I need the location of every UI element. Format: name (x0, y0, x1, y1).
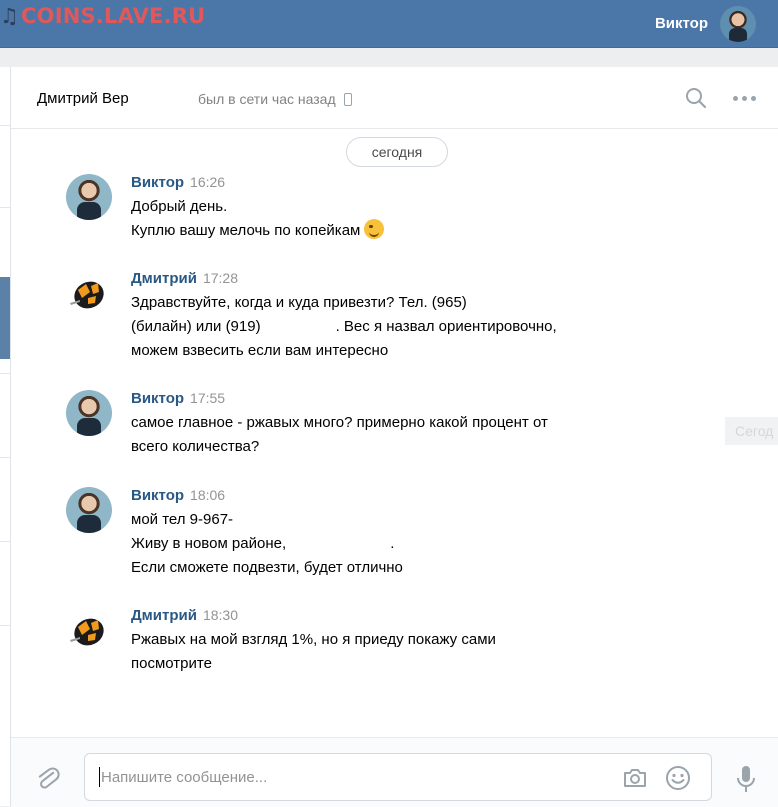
message-time[interactable]: 17:28 (203, 270, 238, 286)
chat-panel: Дмитрий Вер был в сети час назад сегодня… (11, 67, 778, 806)
search-icon[interactable] (685, 87, 707, 109)
message-line: можем взвесить если вам интересно (131, 342, 389, 359)
top-user-name[interactable]: Виктор (655, 15, 708, 32)
list-divider (0, 125, 10, 126)
top-user-avatar[interactable] (720, 5, 756, 42)
message-line: Добрый день. (131, 198, 228, 215)
message-author[interactable]: Виктор (131, 174, 184, 191)
avatar[interactable] (66, 390, 112, 436)
paperclip-icon[interactable] (36, 765, 60, 793)
text-caret (99, 767, 100, 787)
message-line: Ржавых на мой взгляд 1%, но я приеду пок… (131, 631, 496, 648)
peer-status-text: был в сети час назад (198, 91, 336, 107)
avatar[interactable] (66, 607, 112, 653)
message-line: всего количества? (131, 438, 260, 455)
watermark-text: COINS.LAVE.RU (21, 4, 206, 28)
message-line: Живу в новом районе, . (131, 535, 395, 552)
top-user-menu[interactable]: Виктор (655, 0, 778, 47)
music-note-icon: ♫ (0, 4, 20, 28)
message-header: Дмитрий 17:28 (131, 270, 238, 288)
peer-name[interactable]: Дмитрий Вер (37, 90, 129, 107)
message-text: мой тел 9-967- Живу в новом районе, . Ес… (131, 508, 403, 580)
avatar[interactable] (66, 174, 112, 220)
message-author[interactable]: Дмитрий (131, 270, 197, 287)
list-divider (0, 373, 10, 374)
message-time[interactable]: 17:55 (190, 390, 225, 406)
message-text: Добрый день. Куплю вашу мелочь по копейк… (131, 195, 385, 243)
message-text: самое главное - ржавых много? примерно к… (131, 411, 548, 459)
message-input[interactable]: Напишите сообщение... (84, 753, 712, 801)
message-header: Дмитрий 18:30 (131, 607, 238, 625)
list-divider (0, 625, 10, 626)
message-time[interactable]: 18:06 (190, 487, 225, 503)
message-line: Здравствуйте, когда и куда привезти? Тел… (131, 294, 467, 311)
chat-header: Дмитрий Вер был в сети час назад (11, 67, 778, 129)
message-author[interactable]: Дмитрий (131, 607, 197, 624)
message-time[interactable]: 16:26 (190, 174, 225, 190)
message-line: посмотрите (131, 655, 212, 672)
message-text: Здравствуйте, когда и куда привезти? Тел… (131, 291, 557, 363)
more-options-icon[interactable] (733, 96, 756, 101)
list-divider (0, 207, 10, 208)
selected-dialog-indicator[interactable] (0, 277, 10, 359)
message-line: самое главное - ржавых много? примерно к… (131, 414, 548, 431)
list-divider (0, 457, 10, 458)
avatar[interactable] (66, 270, 112, 316)
message-line: Куплю вашу мелочь по копейкам (131, 222, 361, 239)
peer-status: был в сети час назад (198, 91, 352, 107)
mobile-phone-icon (343, 92, 352, 106)
message-header: Виктор 16:26 (131, 174, 225, 192)
message-header: Виктор 17:55 (131, 390, 225, 408)
message-time[interactable]: 18:30 (203, 607, 238, 623)
top-bar: ♫COINS.LAVE.RU Виктор (0, 0, 778, 48)
watermark: ♫COINS.LAVE.RU (0, 4, 205, 28)
date-separator: сегодня (346, 137, 448, 167)
camera-icon[interactable] (622, 767, 648, 789)
message-author[interactable]: Виктор (131, 487, 184, 504)
message-header: Виктор 18:06 (131, 487, 225, 505)
avatar[interactable] (66, 487, 112, 533)
motorcycle-helmet-icon (70, 281, 104, 309)
side-date-tooltip: Сегод (725, 417, 778, 445)
composer-area: Напишите сообщение... (11, 737, 778, 807)
message-author[interactable]: Виктор (131, 390, 184, 407)
message-input-placeholder: Напишите сообщение... (101, 769, 268, 786)
message-text: Ржавых на мой взгляд 1%, но я приеду пок… (131, 628, 496, 676)
smile-icon[interactable] (665, 765, 691, 791)
microphone-icon[interactable] (736, 765, 756, 795)
left-dialog-list-edge (0, 67, 11, 806)
winking-face-icon (364, 219, 385, 239)
message-line: Если сможете подвезти, будет отлично (131, 559, 403, 576)
message-line: мой тел 9-967- (131, 511, 234, 528)
message-line: (билайн) или (919) . Вес я назвал ориент… (131, 318, 557, 335)
list-divider (0, 541, 10, 542)
motorcycle-helmet-icon (70, 618, 104, 646)
